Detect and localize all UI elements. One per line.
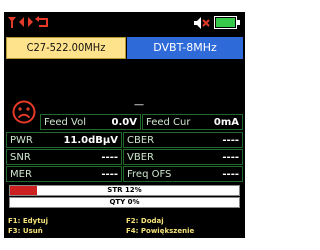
pwr-value: 11.0dBμV: [63, 135, 118, 146]
freq-ofs-cell: Freq OFS ----: [123, 166, 243, 182]
vber-cell: VBER ----: [123, 149, 243, 165]
antenna-icon: [8, 17, 16, 28]
mute-icon[interactable]: [194, 17, 210, 29]
f3-key[interactable]: F3: Usuń: [8, 227, 43, 235]
arrows-icon[interactable]: [19, 16, 33, 28]
mer-label: MER: [10, 169, 32, 180]
cber-value: ----: [222, 135, 239, 146]
feed-vol-label: Feed Vol: [44, 117, 86, 128]
battery-icon: [214, 16, 240, 29]
strength-bar: STR 12%: [9, 185, 240, 196]
vber-value: ----: [222, 152, 239, 163]
top-value: ----: [134, 100, 144, 110]
vber-label: VBER: [127, 152, 154, 163]
mer-cell: MER ----: [6, 166, 122, 182]
feed-vol-value: 0.0V: [111, 117, 137, 128]
channel-row: C27-522.00MHz DVBT-8MHz: [6, 37, 243, 59]
f1-key[interactable]: F1: Edytuj: [8, 217, 48, 225]
strength-label: STR 12%: [107, 186, 142, 194]
feed-vol-cell: Feed Vol 0.0V: [40, 114, 141, 130]
mer-value: ----: [101, 169, 118, 180]
snr-cell: SNR ----: [6, 149, 122, 165]
freq-ofs-value: ----: [222, 169, 239, 180]
pwr-cell: PWR 11.0dBμV: [6, 132, 122, 148]
back-icon[interactable]: [35, 16, 49, 28]
sad-face-icon: [12, 100, 36, 124]
f4-key[interactable]: F4: Powiększenie: [126, 227, 194, 235]
standard-field[interactable]: DVBT-8MHz: [127, 37, 243, 59]
feed-cur-cell: Feed Cur 0mA: [142, 114, 243, 130]
feed-cur-value: 0mA: [213, 117, 239, 128]
freq-ofs-label: Freq OFS: [127, 169, 172, 180]
feed-cur-label: Feed Cur: [146, 117, 191, 128]
status-bar: [4, 12, 245, 34]
strength-fill: [10, 186, 38, 195]
quality-label: QTY 0%: [109, 198, 140, 206]
meter-screen: C27-522.00MHz DVBT-8MHz ---- Feed Vol 0.…: [4, 12, 245, 238]
quality-bar: QTY 0%: [9, 197, 240, 208]
snr-value: ----: [101, 152, 118, 163]
pwr-label: PWR: [10, 135, 33, 146]
frequency-field[interactable]: C27-522.00MHz: [6, 37, 126, 59]
cber-cell: CBER ----: [123, 132, 243, 148]
cber-label: CBER: [127, 135, 155, 146]
snr-label: SNR: [10, 152, 31, 163]
f2-key[interactable]: F2: Dodaj: [126, 217, 164, 225]
